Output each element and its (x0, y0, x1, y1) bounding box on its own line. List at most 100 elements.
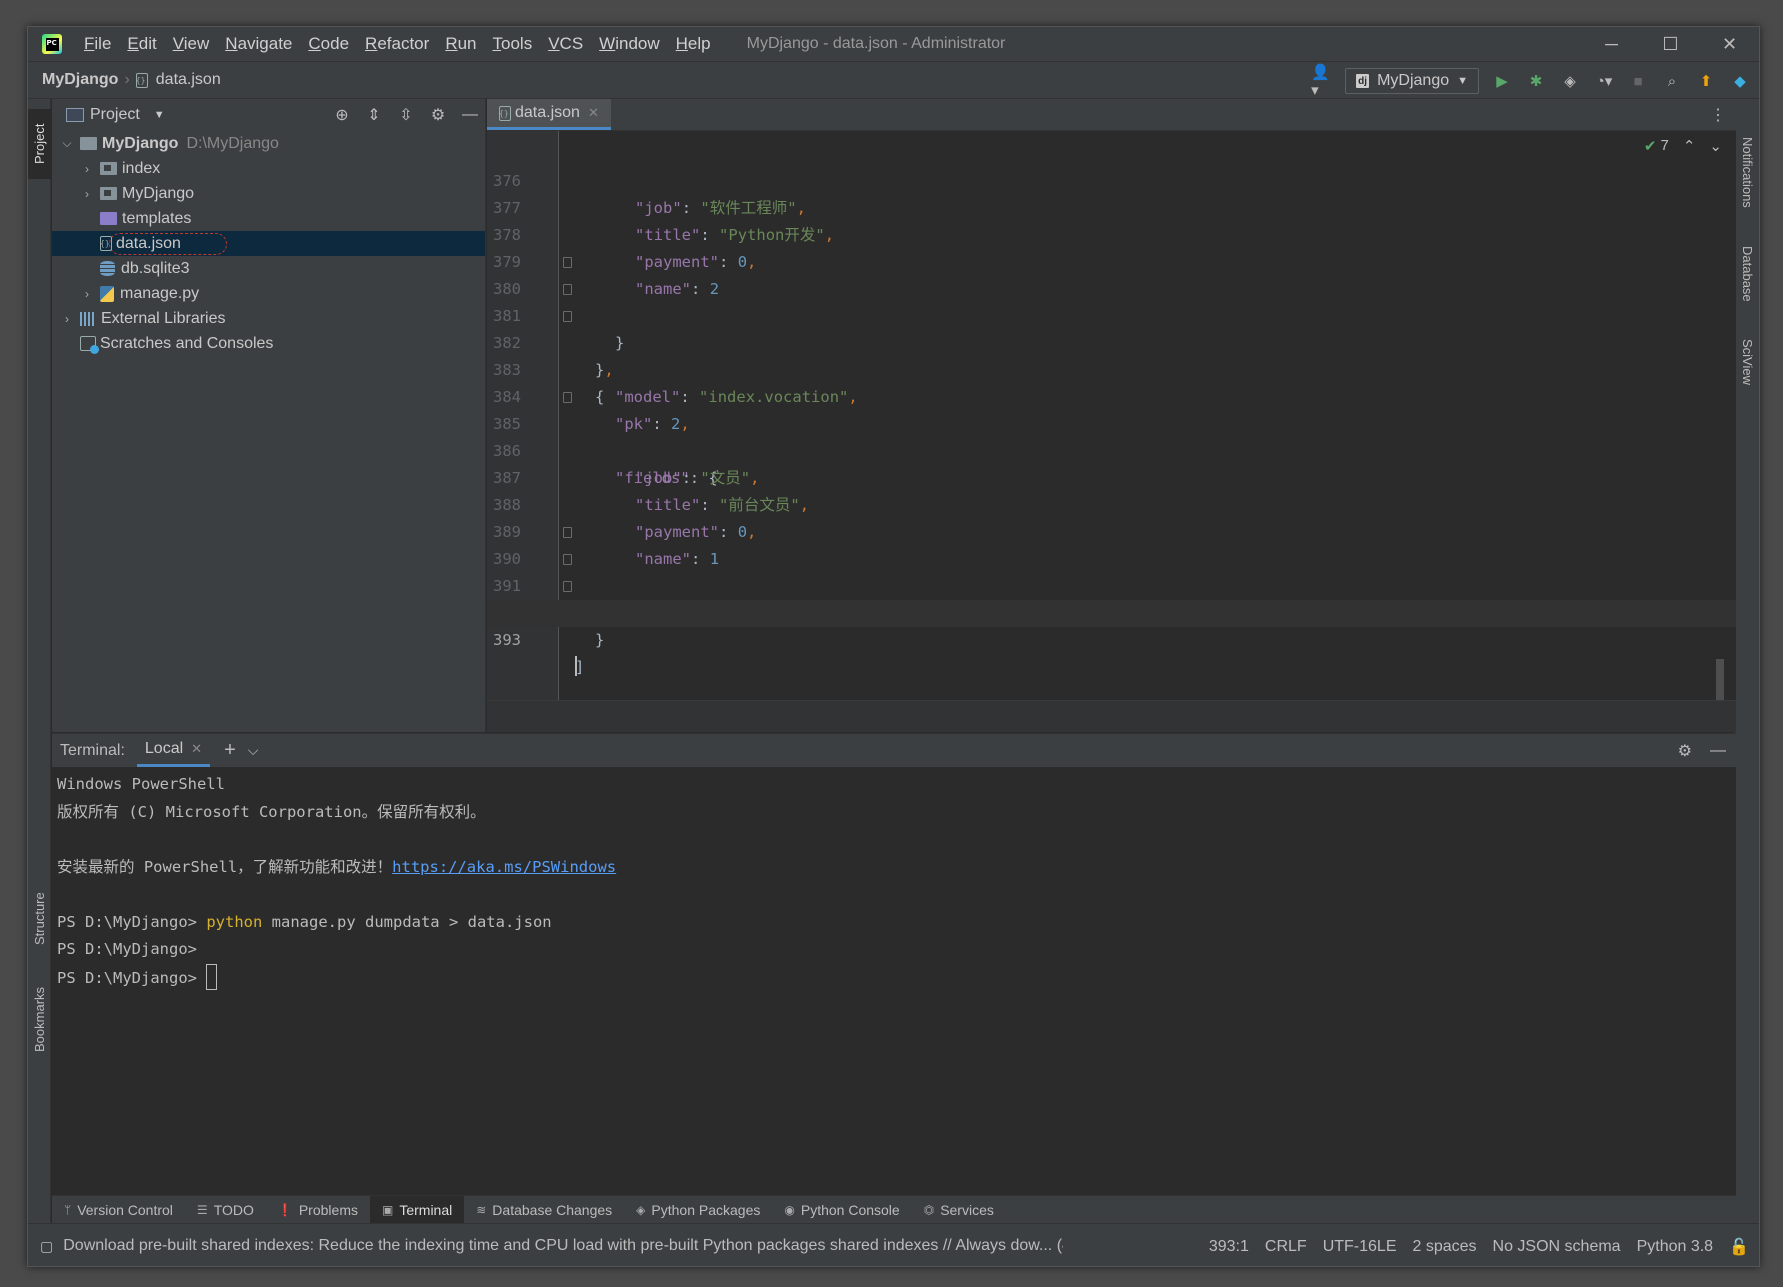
editor-scrollbar[interactable] (1716, 659, 1724, 703)
tab-database[interactable]: Database (1735, 234, 1759, 314)
menu-vcs[interactable]: VCS (540, 34, 591, 54)
navigation-bar: MyDjango › data.json 👤▾ dj MyDjango ▼ ▶ … (28, 61, 1759, 99)
toolwindow-todo[interactable]: ☰ TODO (185, 1196, 266, 1224)
tab-sciview[interactable]: SciView (1735, 327, 1759, 397)
hide-panel-icon[interactable]: — (461, 106, 479, 124)
chevron-right-icon[interactable]: › (60, 312, 74, 326)
tab-project[interactable]: Project (28, 109, 51, 179)
tab-data-json[interactable]: data.json ✕ (487, 99, 611, 130)
locate-file-icon[interactable]: ⊕ (333, 105, 351, 125)
chevron-down-icon[interactable]: ▼ (154, 109, 165, 121)
terminal-tab-local[interactable]: Local ✕ (136, 734, 211, 767)
close-tab-icon[interactable]: ✕ (588, 105, 599, 121)
menu-code[interactable]: Code (300, 34, 357, 54)
menu-file[interactable]: File (76, 34, 119, 54)
project-panel-title[interactable]: Project (90, 106, 140, 124)
root-folder-name: MyDjango (102, 134, 179, 152)
close-button[interactable]: ✕ (1700, 27, 1759, 61)
run-icon[interactable]: ▶ (1491, 70, 1513, 92)
toolwindow-python-console[interactable]: ◉ Python Console (772, 1196, 911, 1224)
profile-icon[interactable]: ◔▾ (1593, 70, 1615, 92)
terminal-line: 版权所有 (C) Microsoft Corporation。保留所有权利。 (57, 802, 486, 821)
tree-item-index[interactable]: › index (52, 156, 485, 181)
tree-item-external-libraries[interactable]: › External Libraries (52, 306, 485, 331)
fold-marker-icon[interactable] (563, 284, 572, 295)
add-terminal-icon[interactable]: + (224, 739, 236, 762)
fold-marker-icon[interactable] (563, 581, 572, 592)
tree-item-root[interactable]: ⌵ MyDjango D:\MyDjango (52, 131, 485, 156)
caret-position[interactable]: 393:1 (1209, 1238, 1249, 1256)
tree-item-data-json[interactable]: data.json (52, 231, 485, 256)
tab-structure[interactable]: Structure (28, 879, 51, 959)
breadcrumb-file[interactable]: data.json (156, 71, 221, 89)
toggle-tool-windows-icon[interactable]: ▢ (40, 1238, 53, 1255)
terminal-output[interactable]: Windows PowerShell 版权所有 (C) Microsoft Co… (52, 767, 1736, 991)
toolwindow-python-packages[interactable]: ◈ Python Packages (624, 1196, 772, 1224)
chevron-down-icon[interactable]: ⌵ (248, 742, 259, 759)
toolwindow-database-changes[interactable]: ≋ Database Changes (464, 1196, 624, 1224)
hide-panel-icon[interactable]: — (1710, 742, 1726, 760)
fold-marker-icon[interactable] (563, 554, 572, 565)
fold-marker-icon[interactable] (563, 311, 572, 322)
fold-marker-icon[interactable] (563, 257, 572, 268)
more-options-icon[interactable]: ⋮ (1710, 105, 1726, 125)
user-account-icon[interactable]: 👤▾ (1311, 64, 1333, 99)
toolwindow-version-control[interactable]: ᛘ Version Control (52, 1196, 185, 1224)
code-area[interactable]: ✔ 7 ⌃ ⌄ 376 "job": "软件工程师", 377 "title":… (487, 131, 1736, 731)
status-message[interactable]: Download pre-built shared indexes: Reduc… (63, 1237, 1063, 1255)
chevron-right-icon[interactable]: › (80, 187, 94, 201)
tab-bookmarks[interactable]: Bookmarks (28, 974, 51, 1064)
maximize-button[interactable]: ☐ (1641, 27, 1700, 61)
gear-icon[interactable]: ⚙ (429, 105, 447, 125)
powershell-link[interactable]: https://aka.ms/PSWindows (392, 858, 616, 876)
indent-setting[interactable]: 2 spaces (1412, 1238, 1476, 1256)
toolwindow-services[interactable]: ⏣ Services (912, 1196, 1006, 1224)
terminal-icon: ▣ (381, 1202, 394, 1217)
chevron-right-icon[interactable]: › (80, 287, 94, 301)
menu-navigate[interactable]: Navigate (217, 34, 300, 54)
coverage-icon[interactable]: ◈ (1559, 70, 1581, 92)
project-panel: Project ▼ ⊕ ⇕ ⇳ ⚙ — ⌵ MyDjango D:\MyDjan… (52, 99, 486, 732)
breadcrumb-project[interactable]: MyDjango (42, 71, 118, 89)
code-line: 390 } (487, 519, 1736, 622)
expand-all-icon[interactable]: ⇕ (365, 105, 383, 125)
stop-icon[interactable]: ■ (1627, 70, 1649, 92)
search-icon[interactable]: ⌕ (1661, 70, 1683, 92)
menu-run[interactable]: Run (437, 34, 484, 54)
services-icon: ⏣ (923, 1202, 935, 1217)
menu-view[interactable]: View (165, 34, 218, 54)
file-encoding[interactable]: UTF-16LE (1323, 1238, 1397, 1256)
menu-window[interactable]: Window (591, 34, 667, 54)
chevron-down-icon[interactable]: ⌵ (60, 136, 74, 151)
tree-item-scratches[interactable]: Scratches and Consoles (52, 331, 485, 356)
tree-item-templates[interactable]: templates (52, 206, 485, 231)
chevron-right-icon[interactable]: › (80, 162, 94, 176)
gear-icon[interactable]: ⚙ (1678, 741, 1692, 761)
collapse-all-icon[interactable]: ⇳ (397, 105, 415, 125)
terminal-input-line[interactable]: PS D:\MyDjango> (57, 963, 1736, 992)
tree-item-manage-py[interactable]: › manage.py (52, 281, 485, 306)
close-tab-icon[interactable]: ✕ (191, 741, 202, 757)
menu-tools[interactable]: Tools (485, 34, 541, 54)
tree-item-mydjango[interactable]: › MyDjango (52, 181, 485, 206)
tab-notifications[interactable]: Notifications (1735, 127, 1759, 217)
editor-horizontal-scrollbar[interactable] (487, 700, 1736, 732)
toolwindow-terminal[interactable]: ▣ Terminal (369, 1195, 465, 1224)
menu-edit[interactable]: Edit (119, 34, 164, 54)
fold-marker-icon[interactable] (563, 527, 572, 538)
json-schema[interactable]: No JSON schema (1493, 1238, 1621, 1256)
line-separator[interactable]: CRLF (1265, 1238, 1307, 1256)
run-configuration-select[interactable]: dj MyDjango ▼ (1345, 68, 1479, 94)
minimize-button[interactable]: ─ (1582, 27, 1641, 61)
menu-refactor[interactable]: Refactor (357, 34, 437, 54)
update-icon[interactable]: ⬆ (1695, 70, 1717, 92)
tree-item-db-sqlite3[interactable]: db.sqlite3 (52, 256, 485, 281)
fold-marker-icon[interactable] (563, 392, 572, 403)
debug-icon[interactable]: ✱ (1525, 70, 1547, 92)
menu-help[interactable]: Help (668, 34, 719, 54)
python-interpreter[interactable]: Python 3.8 (1637, 1238, 1714, 1256)
lock-icon[interactable]: 🔓 (1729, 1237, 1749, 1257)
code-with-me-icon[interactable]: ◆ (1729, 70, 1751, 92)
python-file-icon (100, 285, 114, 302)
toolwindow-problems[interactable]: ❗ Problems (266, 1196, 370, 1224)
